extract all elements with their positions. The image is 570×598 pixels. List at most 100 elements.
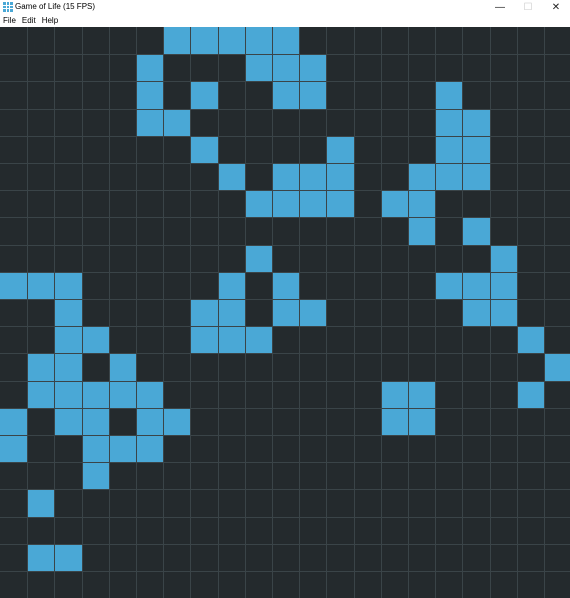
- live-cell[interactable]: [81, 462, 109, 490]
- live-cell[interactable]: [54, 353, 82, 381]
- live-cell[interactable]: [81, 407, 109, 435]
- live-cell[interactable]: [217, 27, 245, 55]
- live-cell[interactable]: [81, 326, 109, 354]
- live-cell[interactable]: [81, 380, 109, 408]
- menu-edit[interactable]: Edit: [19, 15, 39, 27]
- live-cell[interactable]: [54, 543, 82, 571]
- menu-file[interactable]: File: [0, 15, 19, 27]
- live-cell[interactable]: [54, 380, 82, 408]
- live-cell[interactable]: [244, 190, 272, 218]
- live-cell[interactable]: [27, 353, 55, 381]
- live-cell[interactable]: [0, 271, 28, 299]
- live-cell[interactable]: [462, 299, 490, 327]
- live-cell[interactable]: [462, 108, 490, 136]
- live-cell[interactable]: [326, 163, 354, 191]
- live-cell[interactable]: [299, 163, 327, 191]
- live-cell[interactable]: [217, 163, 245, 191]
- live-cell[interactable]: [190, 299, 218, 327]
- live-cell[interactable]: [136, 435, 164, 463]
- live-cell[interactable]: [462, 163, 490, 191]
- live-cell[interactable]: [0, 407, 28, 435]
- live-cell[interactable]: [272, 27, 300, 55]
- title-bar[interactable]: Game of Life (15 FPS) — ☐ ✕: [0, 0, 570, 14]
- live-cell[interactable]: [462, 271, 490, 299]
- live-cell[interactable]: [272, 190, 300, 218]
- live-cell[interactable]: [54, 271, 82, 299]
- live-cell[interactable]: [136, 407, 164, 435]
- live-cell[interactable]: [462, 217, 490, 245]
- live-cell[interactable]: [489, 244, 517, 272]
- live-cell[interactable]: [462, 135, 490, 163]
- live-cell[interactable]: [299, 190, 327, 218]
- live-cell[interactable]: [272, 54, 300, 82]
- live-cell[interactable]: [217, 299, 245, 327]
- live-cell[interactable]: [408, 163, 436, 191]
- live-cell[interactable]: [27, 380, 55, 408]
- live-cell[interactable]: [516, 326, 544, 354]
- live-cell[interactable]: [81, 435, 109, 463]
- live-cell[interactable]: [408, 380, 436, 408]
- close-button[interactable]: ✕: [542, 0, 570, 14]
- maximize-button[interactable]: ☐: [514, 0, 542, 14]
- live-cell[interactable]: [54, 407, 82, 435]
- live-cell[interactable]: [299, 299, 327, 327]
- live-cell[interactable]: [272, 299, 300, 327]
- minimize-button[interactable]: —: [486, 0, 514, 14]
- live-cell[interactable]: [108, 380, 136, 408]
- live-cell[interactable]: [217, 326, 245, 354]
- live-cell[interactable]: [108, 353, 136, 381]
- live-cell[interactable]: [299, 81, 327, 109]
- live-cell[interactable]: [272, 271, 300, 299]
- game-board[interactable]: [0, 27, 570, 598]
- live-cell[interactable]: [435, 81, 463, 109]
- live-cell[interactable]: [326, 135, 354, 163]
- live-cell[interactable]: [190, 27, 218, 55]
- grid-line: [27, 27, 28, 598]
- live-cell[interactable]: [27, 543, 55, 571]
- live-cell[interactable]: [190, 81, 218, 109]
- live-cell[interactable]: [408, 407, 436, 435]
- live-cell[interactable]: [108, 435, 136, 463]
- menu-help[interactable]: Help: [39, 15, 61, 27]
- grid-line: [272, 27, 273, 598]
- live-cell[interactable]: [27, 271, 55, 299]
- live-cell[interactable]: [435, 108, 463, 136]
- grid-line: [163, 27, 164, 598]
- live-cell[interactable]: [27, 489, 55, 517]
- live-cell[interactable]: [380, 407, 408, 435]
- live-cell[interactable]: [136, 81, 164, 109]
- live-cell[interactable]: [244, 27, 272, 55]
- live-cell[interactable]: [380, 380, 408, 408]
- live-cell[interactable]: [544, 353, 570, 381]
- live-cell[interactable]: [516, 380, 544, 408]
- live-cell[interactable]: [244, 244, 272, 272]
- live-cell[interactable]: [326, 190, 354, 218]
- live-cell[interactable]: [272, 163, 300, 191]
- live-cell[interactable]: [136, 108, 164, 136]
- live-cell[interactable]: [136, 380, 164, 408]
- live-cell[interactable]: [299, 54, 327, 82]
- live-cell[interactable]: [380, 190, 408, 218]
- live-cell[interactable]: [190, 326, 218, 354]
- live-cell[interactable]: [190, 135, 218, 163]
- live-cell[interactable]: [435, 271, 463, 299]
- live-cell[interactable]: [244, 54, 272, 82]
- live-cell[interactable]: [408, 217, 436, 245]
- live-cell[interactable]: [435, 135, 463, 163]
- live-cell[interactable]: [272, 81, 300, 109]
- grid-line: [408, 27, 409, 598]
- live-cell[interactable]: [163, 407, 191, 435]
- live-cell[interactable]: [54, 299, 82, 327]
- live-cell[interactable]: [217, 271, 245, 299]
- live-cell[interactable]: [244, 326, 272, 354]
- window-controls: — ☐ ✕: [486, 0, 570, 14]
- live-cell[interactable]: [163, 27, 191, 55]
- live-cell[interactable]: [54, 326, 82, 354]
- live-cell[interactable]: [489, 299, 517, 327]
- live-cell[interactable]: [489, 271, 517, 299]
- live-cell[interactable]: [136, 54, 164, 82]
- live-cell[interactable]: [408, 190, 436, 218]
- live-cell[interactable]: [163, 108, 191, 136]
- live-cell[interactable]: [435, 163, 463, 191]
- live-cell[interactable]: [0, 435, 28, 463]
